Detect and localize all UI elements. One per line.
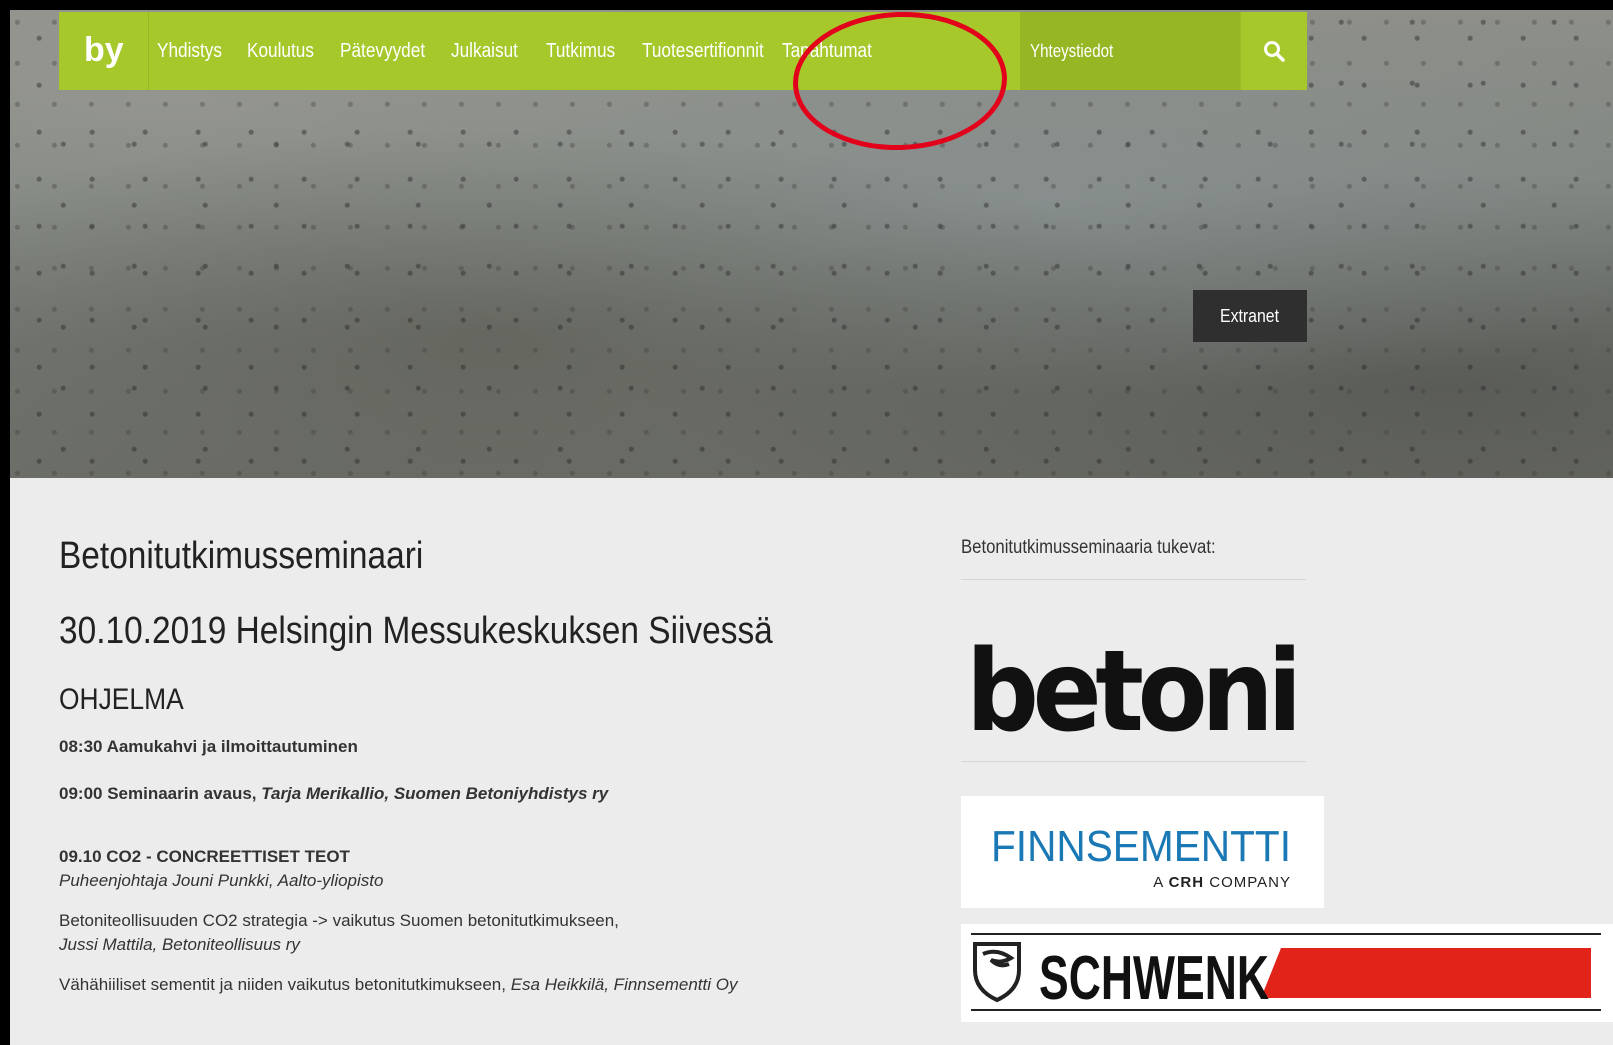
contact-label: Yhteystiedot bbox=[1030, 40, 1114, 61]
program-item-0910-chair: Puheenjohtaja Jouni Punkki, Aalto-yliopi… bbox=[59, 871, 384, 890]
event-date-venue: 30.10.2019 Helsingin Messukeskuksen Siiv… bbox=[59, 610, 773, 652]
sponsor-sidebar: Betonitutkimusseminaaria tukevat: bbox=[961, 537, 1321, 580]
search-icon bbox=[1264, 41, 1285, 62]
svg-text:betoni: betoni bbox=[966, 635, 1296, 745]
nav-item-tutkimus[interactable]: Tutkimus bbox=[546, 40, 630, 63]
page-title: Betonitutkimusseminaari bbox=[59, 535, 424, 577]
sponsor-logo-finnsementti[interactable]: FINNSEMENTTI A CRH COMPANY bbox=[961, 796, 1324, 908]
nav-item-patevyydet[interactable]: Pätevyydet bbox=[340, 40, 437, 63]
svg-text:by: by bbox=[84, 31, 124, 69]
sponsor-logo-betoni[interactable]: betoni bbox=[961, 627, 1303, 757]
program-item-0830: 08:30 Aamukahvi ja ilmoittautuminen bbox=[59, 737, 358, 756]
program-talk-co2-speaker: Jussi Mattila, Betoniteollisuus ry bbox=[59, 935, 300, 954]
article-content: Betonitutkimusseminaari 30.10.2019 Helsi… bbox=[59, 535, 879, 997]
program-heading: OHJELMA bbox=[59, 683, 184, 716]
nav-item-tuotesertifionnit[interactable]: Tuotesertifionnit bbox=[642, 40, 764, 63]
site-logo[interactable]: by bbox=[59, 12, 149, 90]
program-item-0900-speaker: Tarja Merikallio, Suomen Betoniyhdistys … bbox=[261, 784, 609, 803]
program-item-0900-title: 09:00 Seminaarin avaus, bbox=[59, 784, 262, 803]
sponsor-logo-schwenk[interactable]: SCHWENK bbox=[961, 924, 1613, 1022]
program-item-0900: 09:00 Seminaarin avaus, Tarja Merikallio… bbox=[59, 782, 879, 806]
nav-item-yhdistys[interactable]: Yhdistys bbox=[157, 40, 236, 63]
nav-item-yhteystiedot[interactable]: Yhteystiedot bbox=[1020, 12, 1244, 90]
svg-text:A CRH COMPANY: A CRH COMPANY bbox=[1153, 874, 1291, 891]
sidebar-divider-2 bbox=[961, 761, 1306, 762]
betoni-logo-icon: betoni bbox=[966, 627, 1303, 757]
extranet-label: Extranet bbox=[1220, 305, 1280, 326]
svg-text:SCHWENK: SCHWENK bbox=[1039, 944, 1269, 1013]
by-logo-icon: by bbox=[84, 31, 124, 69]
program-talk-co2-strategy: Betoniteollisuuden CO2 strategia -> vaik… bbox=[59, 911, 619, 930]
program-talk-low-carbon: Vähähiiliset sementit ja niiden vaikutus… bbox=[59, 973, 879, 997]
nav-item-koulutus[interactable]: Koulutus bbox=[247, 40, 329, 63]
svg-text:FINNSEMENTTI: FINNSEMENTTI bbox=[991, 822, 1291, 871]
schwenk-logo-icon: SCHWENK bbox=[971, 933, 1601, 1013]
main-navbar: by Yhdistys Koulutus Pätevyydet Julkaisu… bbox=[59, 12, 1307, 90]
program-talk-low-carbon-title: Vähähiiliset sementit ja niiden vaikutus… bbox=[59, 975, 511, 994]
program-talk-low-carbon-speaker: Esa Heikkilä, Finnsementti Oy bbox=[510, 975, 738, 994]
extranet-button[interactable]: Extranet bbox=[1193, 290, 1307, 342]
browser-viewport: by Yhdistys Koulutus Pätevyydet Julkaisu… bbox=[10, 10, 1613, 1045]
search-button[interactable] bbox=[1240, 12, 1307, 90]
sponsor-heading: Betonitutkimusseminaaria tukevat: bbox=[961, 537, 1216, 558]
program-item-0910: 09.10 CO2 - CONCREETTISET TEOT bbox=[59, 847, 350, 866]
hero-banner: by Yhdistys Koulutus Pätevyydet Julkaisu… bbox=[10, 10, 1613, 478]
nav-item-julkaisut[interactable]: Julkaisut bbox=[451, 40, 534, 63]
finnsementti-logo-icon: FINNSEMENTTI A CRH COMPANY bbox=[991, 822, 1291, 891]
sidebar-divider bbox=[961, 579, 1306, 580]
